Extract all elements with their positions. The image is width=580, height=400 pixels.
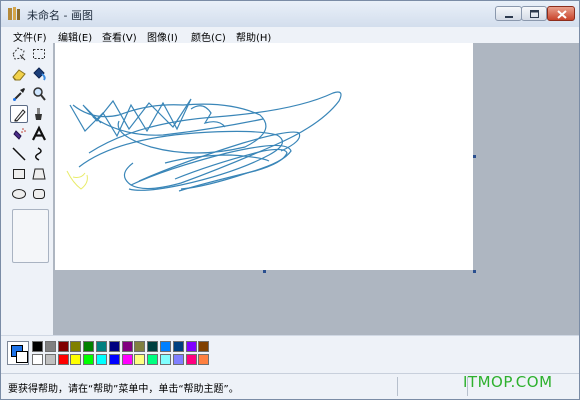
color-swatch-top-6[interactable] [108,341,120,352]
workspace [53,43,579,335]
line-tool[interactable] [10,145,28,163]
color-swatch-bottom-7[interactable] [121,354,133,365]
color-swatch-bottom-8[interactable] [134,354,146,365]
title-bar[interactable]: 未命名 - 画图 [1,1,579,27]
rectangle-icon [13,169,25,179]
status-help-text: 要获得帮助，请在“帮助”菜单中，单击“帮助主题”。 [8,384,239,395]
fill-icon [33,67,46,81]
current-colors-box [7,341,29,365]
polygon-icon [32,168,46,180]
color-swatch-bottom-11[interactable] [172,354,184,365]
free-form-select-tool[interactable] [10,45,28,63]
color-swatch-bottom-2[interactable] [57,354,69,365]
magnifier-tool[interactable] [30,85,48,103]
color-palette-bar [1,335,579,373]
airbrush-tool[interactable] [10,125,28,143]
scribble-drawing [66,91,342,192]
window-title: 未命名 - 画图 [27,9,93,22]
color-swatch-bottom-1[interactable] [44,354,56,365]
pencil-icon [14,109,26,122]
curve-tool[interactable] [30,145,48,163]
tool-options-box[interactable] [12,209,49,263]
paint-app-icon [8,7,20,20]
polygon-tool[interactable] [30,165,48,183]
color-picker-icon [13,88,25,101]
rectangle-tool[interactable] [10,165,28,183]
color-swatch-bottom-13[interactable] [198,354,210,365]
curve-icon [35,147,42,161]
maximize-button[interactable] [521,6,547,21]
color-swatch-top-1[interactable] [44,341,56,352]
rounded-rectangle-tool[interactable] [30,185,48,203]
close-button[interactable] [547,6,575,21]
magnifier-icon [33,87,46,101]
fill-tool[interactable] [30,65,48,83]
resize-handle-corner[interactable] [473,270,476,273]
paint-window: 未命名 - 画图 文件(F) 编辑(E) 查看(V) 图像(I) 颜色(C) 帮… [0,0,580,400]
brush-icon [35,108,42,120]
color-swatch-top-10[interactable] [160,341,171,352]
drawing-canvas[interactable] [55,43,473,270]
color-swatch-top-8[interactable] [134,341,146,352]
resize-handle-bottom[interactable] [263,270,266,273]
color-swatch-bottom-4[interactable] [83,354,95,365]
color-swatch-top-5[interactable] [96,341,107,352]
color-swatch-top-11[interactable] [172,341,184,352]
menu-image[interactable]: 图像(I) [147,29,178,44]
menu-file[interactable]: 文件(F) [13,29,47,44]
color-swatch-top-2[interactable] [57,341,69,352]
color-swatch-bottom-5[interactable] [96,354,107,365]
menu-edit[interactable]: 编辑(E) [58,29,92,44]
ellipse-tool[interactable] [10,185,28,203]
close-icon [557,10,567,19]
color-swatch-top-12[interactable] [185,341,197,352]
color-swatch-top-9[interactable] [147,341,159,352]
color-swatch-top-13[interactable] [198,341,210,352]
color-swatch-top-3[interactable] [70,341,82,352]
color-swatch-bottom-3[interactable] [70,354,82,365]
eraser-icon [12,69,26,81]
rounded-rectangle-icon [33,189,45,199]
color-swatch-bottom-9[interactable] [147,354,159,365]
menu-bar: 文件(F) 编辑(E) 查看(V) 图像(I) 颜色(C) 帮助(H) [1,27,579,44]
color-picker-tool[interactable] [10,85,28,103]
menu-help[interactable]: 帮助(H) [236,29,271,44]
minimize-icon [505,16,513,18]
background-color-swatch [16,351,28,363]
line-icon [12,147,26,161]
menu-view[interactable]: 查看(V) [102,29,137,44]
toolbox [1,43,53,335]
text-icon [32,125,46,141]
color-swatch-bottom-6[interactable] [108,354,120,365]
ellipse-icon [12,189,26,199]
color-swatch-top-4[interactable] [83,341,95,352]
minimize-button[interactable] [495,6,522,21]
color-swatch-bottom-0[interactable] [32,354,43,365]
select-tool[interactable] [30,45,48,63]
color-swatch-top-7[interactable] [121,341,133,352]
color-swatch-bottom-12[interactable] [185,354,197,365]
watermark-text: ITMOP.COM [463,373,553,391]
status-separator [397,377,398,396]
menu-colors[interactable]: 颜色(C) [191,29,226,44]
maximize-icon [530,10,539,18]
pencil-tool[interactable] [10,105,28,123]
color-swatch-bottom-10[interactable] [160,354,171,365]
free-form-select-icon [12,47,26,61]
airbrush-icon [13,128,26,140]
text-tool[interactable] [30,125,48,143]
eraser-tool[interactable] [10,65,28,83]
brush-tool[interactable] [30,105,48,123]
select-icon [33,49,45,59]
resize-handle-right[interactable] [473,155,476,158]
color-swatch-top-0[interactable] [32,341,43,352]
